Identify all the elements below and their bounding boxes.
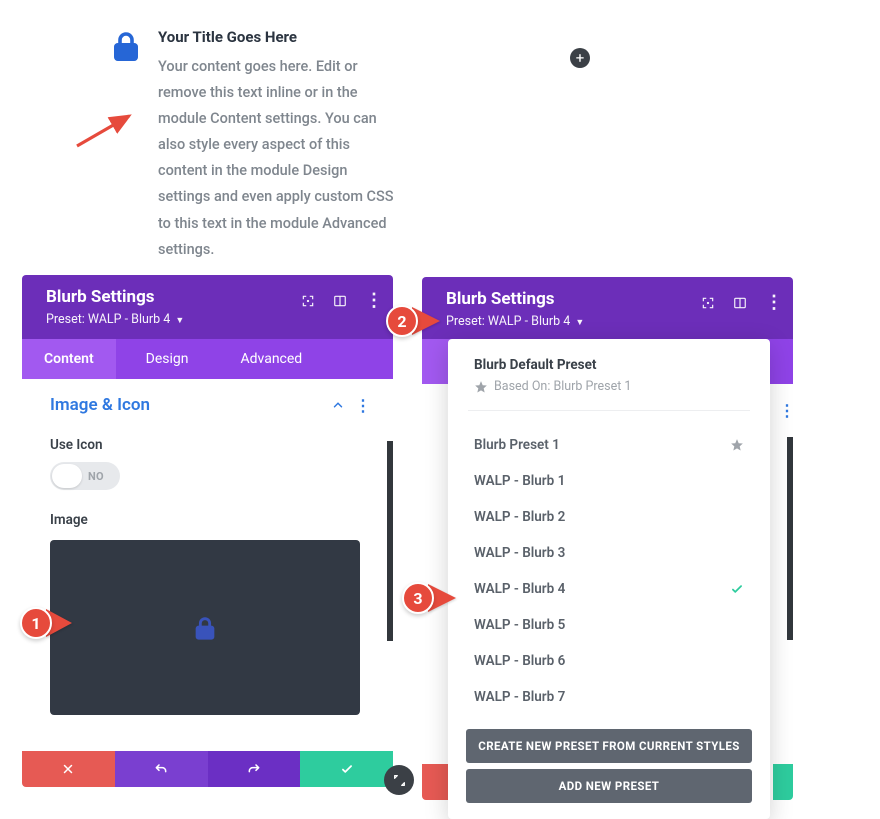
section-menu-icon[interactable]: ⋮ <box>355 396 371 415</box>
add-new-preset-button[interactable]: ADD NEW PRESET <box>466 769 752 803</box>
callout-1: 1 <box>20 607 72 639</box>
chevron-up-icon[interactable] <box>331 398 345 412</box>
based-on-preset: Based On: Blurb Preset 1 <box>474 379 744 394</box>
focus-icon[interactable] <box>701 296 715 310</box>
annotation-arrow <box>73 108 137 152</box>
chevron-down-icon: ▼ <box>575 318 584 328</box>
blurb-icon-wrap <box>108 28 144 64</box>
preset-item[interactable]: WALP - Blurb 3 <box>474 535 744 571</box>
scrollbar-track[interactable] <box>387 441 393 641</box>
expand-button[interactable] <box>384 765 414 795</box>
preset-item[interactable]: WALP - Blurb 2 <box>474 499 744 535</box>
preset-item-label: WALP - Blurb 2 <box>474 509 565 525</box>
preset-item-label: WALP - Blurb 4 <box>474 581 565 597</box>
preset-item[interactable]: WALP - Blurb 4 <box>474 571 744 607</box>
cancel-button[interactable] <box>22 751 115 787</box>
callout-badge: 3 <box>402 582 434 614</box>
image-preview[interactable] <box>50 540 360 715</box>
blurb-settings-panel-right: Blurb Settings Preset: WALP - Blurb 4 ▼ … <box>422 277 793 341</box>
callout-badge: 2 <box>386 305 418 337</box>
section-title-image-icon[interactable]: Image & Icon <box>50 395 150 415</box>
preset-selector[interactable]: Preset: WALP - Blurb 4 ▼ <box>46 312 375 327</box>
preset-item[interactable]: WALP - Blurb 6 <box>474 643 744 679</box>
use-icon-label: Use Icon <box>50 437 371 453</box>
check-icon <box>340 762 354 776</box>
redo-button[interactable] <box>208 751 301 787</box>
image-field-label: Image <box>50 512 371 528</box>
blurb-settings-panel-left: Blurb Settings Preset: WALP - Blurb 4 ▼ … <box>22 275 393 787</box>
blurb-title[interactable]: Your Title Goes Here <box>158 28 398 46</box>
panel-header[interactable]: Blurb Settings Preset: WALP - Blurb 4 ▼ … <box>22 275 393 339</box>
preset-item-label: WALP - Blurb 5 <box>474 617 565 633</box>
kebab-menu-icon[interactable]: ⋮ <box>765 292 783 313</box>
undo-button[interactable] <box>115 751 208 787</box>
add-module-button[interactable]: + <box>570 48 590 68</box>
panel-body: Image & Icon ⋮ Use Icon NO Image <box>22 379 393 725</box>
preset-label: Preset: WALP - Blurb 4 <box>446 314 570 329</box>
lock-icon <box>108 28 144 64</box>
panel-footer <box>22 751 393 787</box>
preset-label: Preset: WALP - Blurb 4 <box>46 312 170 327</box>
preset-list: Blurb Preset 1 WALP - Blurb 1 WALP - Blurb… <box>448 427 770 715</box>
undo-icon <box>153 761 169 777</box>
panel-header[interactable]: Blurb Settings Preset: WALP - Blurb 4 ▼ … <box>422 277 793 341</box>
columns-icon[interactable] <box>733 296 747 310</box>
preset-item[interactable]: WALP - Blurb 1 <box>474 463 744 499</box>
preset-item-label: Blurb Preset 1 <box>474 437 560 453</box>
kebab-menu-icon[interactable]: ⋮ <box>365 290 383 311</box>
toggle-knob <box>52 464 82 488</box>
focus-icon[interactable] <box>301 294 315 308</box>
callout-badge: 1 <box>20 607 52 639</box>
divider <box>468 410 750 411</box>
lock-icon <box>191 614 219 642</box>
scrollbar-track[interactable] <box>787 437 793 640</box>
callout-3: 3 <box>402 582 456 614</box>
blurb-module-preview[interactable]: Your Title Goes Here Your content goes h… <box>108 28 398 263</box>
tab-content[interactable]: Content <box>22 339 116 379</box>
chevron-down-icon: ▼ <box>175 316 184 326</box>
based-on-label: Based On: Blurb Preset 1 <box>494 379 631 394</box>
star-icon <box>474 380 488 394</box>
callout-2: 2 <box>386 305 440 337</box>
preset-item-label: WALP - Blurb 7 <box>474 689 565 705</box>
expand-icon <box>393 774 406 787</box>
check-icon <box>730 582 744 596</box>
panel-tabs: Content Design Advanced <box>22 339 393 379</box>
save-button[interactable] <box>300 751 393 787</box>
preset-dropdown: Blurb Default Preset Based On: Blurb Pre… <box>448 339 770 819</box>
tab-content-active-bg <box>422 339 450 384</box>
columns-icon[interactable] <box>333 294 347 308</box>
preset-item-label: WALP - Blurb 6 <box>474 653 565 669</box>
tab-advanced[interactable]: Advanced <box>219 339 325 379</box>
tab-design[interactable]: Design <box>116 339 219 379</box>
preset-item[interactable]: WALP - Blurb 5 <box>474 607 744 643</box>
preset-item-label: WALP - Blurb 1 <box>474 473 565 489</box>
preset-item[interactable]: Blurb Preset 1 <box>474 427 744 463</box>
preset-selector[interactable]: Preset: WALP - Blurb 4 ▼ <box>446 314 775 329</box>
use-icon-toggle[interactable]: NO <box>50 462 120 490</box>
cancel-button[interactable] <box>422 764 448 800</box>
star-icon[interactable] <box>730 438 744 452</box>
section-menu-icon[interactable]: ⋮ <box>779 401 795 420</box>
preset-item[interactable]: WALP - Blurb 7 <box>474 679 744 715</box>
preset-item-label: WALP - Blurb 3 <box>474 545 565 561</box>
save-button[interactable] <box>773 764 793 800</box>
blurb-body-text[interactable]: Your content goes here. Edit or remove t… <box>158 54 398 263</box>
toggle-state-label: NO <box>88 470 104 483</box>
redo-icon <box>246 761 262 777</box>
create-preset-from-styles-button[interactable]: CREATE NEW PRESET FROM CURRENT STYLES <box>466 729 752 763</box>
default-preset-title[interactable]: Blurb Default Preset <box>474 357 744 373</box>
close-icon <box>62 763 74 775</box>
